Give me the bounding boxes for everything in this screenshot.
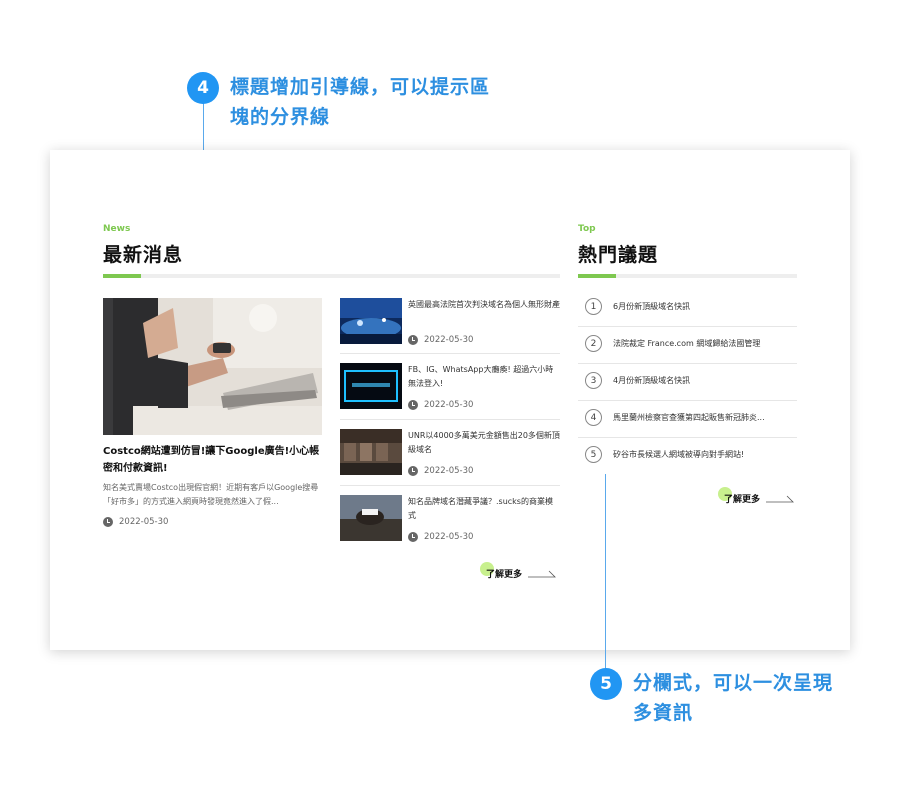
clock-icon	[408, 532, 418, 542]
news-more-label: 了解更多	[486, 570, 523, 580]
hot-more-label: 了解更多	[724, 495, 761, 505]
hot-topic-title: 矽谷市長候選人網域被導向對手網站!	[613, 450, 745, 459]
annotation-4-line2: 塊的分界線	[230, 106, 331, 128]
annotation-5: 5 分欄式，可以一次呈現 多資訊	[590, 668, 833, 728]
hot-topic-number: 3	[585, 372, 602, 389]
arrow-right-icon	[766, 495, 794, 502]
news-item-date: 2022-05-30	[408, 466, 473, 476]
news-item-date: 2022-05-30	[408, 400, 473, 410]
clock-icon	[408, 466, 418, 476]
featured-article-date: 2022-05-30	[103, 517, 168, 527]
annotation-5-text: 分欄式，可以一次呈現 多資訊	[633, 668, 833, 728]
featured-image-illustration	[103, 298, 322, 435]
news-list-divider	[340, 353, 560, 354]
clock-icon	[408, 400, 418, 410]
hot-section-tag: Top	[578, 224, 596, 234]
news-item-date-text: 2022-05-30	[424, 532, 474, 542]
news-list-item[interactable]: UNR以4000多萬美元金額售出20多個新頂級域名 2022-05-30	[340, 429, 560, 493]
hot-topic-title: 4月份新頂級域名快訊	[613, 376, 691, 385]
news-item-title: 知名品牌域名潛藏爭議？.sucks的商業模式	[408, 497, 553, 520]
featured-article-image[interactable]	[103, 298, 322, 435]
hot-title-divider	[578, 274, 797, 278]
featured-article-title[interactable]: Costco網站遭到仿冒!讓下Google廣告!小心帳密和付款資訊!	[103, 443, 323, 477]
hot-topic-number: 1	[585, 298, 602, 315]
news-item-title: UNR以4000多萬美元金額售出20多個新頂級域名	[408, 431, 560, 454]
news-section-tag: News	[103, 224, 131, 234]
news-more-link[interactable]: 了解更多	[480, 562, 556, 580]
featured-article-date-text: 2022-05-30	[119, 517, 169, 527]
news-title-divider	[103, 274, 560, 278]
news-item-date-text: 2022-05-30	[424, 400, 474, 410]
annotation-4-text: 標題增加引導線，可以提示區 塊的分界線	[230, 72, 490, 132]
hot-topic-item[interactable]: 1 6月份新頂級域名快訊	[578, 289, 797, 326]
news-item-date: 2022-05-30	[408, 335, 473, 345]
hot-topic-number: 5	[585, 446, 602, 463]
news-divider-accent	[103, 274, 141, 278]
news-item-title: 英國最高法院首次判決域名為個人無形財產	[408, 300, 560, 309]
news-thumbnail-1	[340, 298, 402, 344]
news-item-date-text: 2022-05-30	[424, 335, 474, 345]
hot-divider-accent	[578, 274, 616, 278]
clock-icon	[103, 517, 113, 527]
news-thumbnail-2	[340, 363, 402, 409]
clock-icon	[408, 335, 418, 345]
hot-topic-title: 法院裁定 France.com 網域歸給法國管理	[613, 339, 761, 348]
hot-more-link[interactable]: 了解更多	[718, 487, 794, 505]
hot-topic-title: 6月份新頂級域名快訊	[613, 302, 691, 311]
hot-topic-item[interactable]: 2 法院裁定 France.com 網域歸給法國管理	[578, 326, 797, 363]
annotation-4-number: 4	[187, 72, 219, 104]
news-thumbnail-3	[340, 429, 402, 475]
annotation-4: 4 標題增加引導線，可以提示區 塊的分界線	[187, 72, 490, 132]
annotation-4-line1: 標題增加引導線，可以提示區	[230, 76, 491, 98]
news-item-date: 2022-05-30	[408, 532, 473, 542]
news-section-title: 最新消息	[103, 244, 184, 266]
arrow-right-icon	[528, 570, 556, 577]
news-list-divider	[340, 485, 560, 486]
news-list-item[interactable]: 知名品牌域名潛藏爭議？.sucks的商業模式 2022-05-30	[340, 495, 560, 559]
hot-topic-number: 4	[585, 409, 602, 426]
annotation-5-number: 5	[590, 668, 622, 700]
annotation-5-leader-line	[605, 474, 606, 674]
news-item-date-text: 2022-05-30	[424, 466, 474, 476]
hot-topic-title: 馬里蘭州檢察官查獲第四起販售新冠肺炎...	[613, 413, 765, 422]
news-list-divider	[340, 419, 560, 420]
hot-topic-item[interactable]: 5 矽谷市長候選人網域被導向對手網站!	[578, 437, 797, 474]
hot-section-title: 熱門議題	[578, 244, 659, 266]
news-thumbnail-4	[340, 495, 402, 541]
hot-topic-item[interactable]: 4 馬里蘭州檢察官查獲第四起販售新冠肺炎...	[578, 400, 797, 437]
news-list-item[interactable]: FB、IG、WhatsApp大癱瘓! 超過六小時無法登入! 2022-05-30	[340, 363, 560, 427]
annotation-5-line2: 多資訊	[633, 702, 694, 724]
hot-topic-number: 2	[585, 335, 602, 352]
news-item-title: FB、IG、WhatsApp大癱瘓! 超過六小時無法登入!	[408, 365, 554, 388]
annotation-5-line1: 分欄式，可以一次呈現	[633, 672, 834, 694]
hot-topic-item[interactable]: 3 4月份新頂級域名快訊	[578, 363, 797, 400]
content-panel: News 最新消息 Costco網站遭到仿冒!讓下Google廣告!小心帳密和付…	[50, 150, 850, 650]
featured-article-excerpt: 知名美式賣場Costco出現假官網！近期有客戶以Google搜尋「好市多」的方式…	[103, 483, 319, 506]
